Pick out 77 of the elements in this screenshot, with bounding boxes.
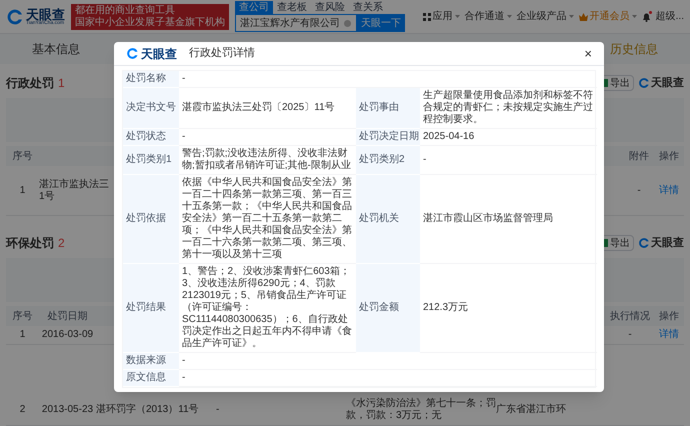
section-count: 2	[58, 235, 65, 252]
field-label: 数据来源	[123, 353, 179, 370]
section-title: 环保处罚	[6, 235, 54, 252]
section-count: 1	[58, 75, 65, 92]
banner-text: 都在用的商业查询工具	[75, 4, 176, 16]
caret-icon	[632, 15, 637, 18]
field-label: 处罚金额	[356, 264, 420, 353]
logo-icon	[126, 47, 139, 60]
caret-icon	[454, 15, 460, 18]
column-header: 执行情况	[609, 310, 651, 324]
field-value: -	[179, 353, 597, 370]
column-header: 处罚日期	[46, 310, 88, 324]
brand-logo-text: 天眼查	[651, 236, 684, 251]
field-label: 处罚事由	[356, 88, 420, 129]
user-name[interactable]: 超级...	[656, 9, 684, 24]
field-value: 生产超限量使用食品添加剂和标签不符合规定的青虾仁；未按规定实施生产过程控制要求。	[420, 88, 597, 129]
table-cell-text: 2016-03-09	[40, 329, 94, 341]
logo-text: 天眼查	[26, 8, 65, 20]
brand-logo-text: 天眼查	[651, 76, 684, 91]
search-tab[interactable]: 查公司	[235, 1, 273, 14]
bell-icon[interactable]	[642, 12, 651, 22]
field-value: -	[179, 370, 597, 387]
banner-text: 国家中小企业发展子基金旗下机构	[75, 16, 225, 28]
logo-icon	[6, 8, 24, 26]
search-tab[interactable]: 查老板	[273, 1, 311, 14]
field-label: 处罚状态	[123, 129, 179, 146]
menu-item[interactable]: 企业级产品	[516, 9, 574, 24]
table-cell-text: 湛环罚字（2013）11号	[96, 404, 200, 416]
field-value: -	[420, 146, 597, 175]
table-cell-text: -	[636, 184, 642, 196]
search-tab[interactable]: 查关系	[349, 1, 387, 14]
table-cell-text: 广东省湛江市环	[496, 404, 567, 416]
column-header: 操作	[658, 150, 680, 164]
field-label: 处罚类别2	[356, 146, 420, 175]
table-cell-text: -	[627, 329, 633, 341]
table-cell: 《水污染防治法》第七十一条；罚款，罚款：3万元；无	[346, 398, 496, 422]
table-cell-text: -	[216, 404, 220, 416]
crown-icon	[578, 12, 588, 20]
caret-icon	[568, 15, 574, 18]
table-cell-text: 湛江市监执法三 1号	[39, 178, 110, 202]
search-field[interactable]: 湛江宝辉水产有限公司	[235, 14, 357, 32]
table-cell-text: 2	[18, 404, 26, 416]
nav-tab[interactable]: 基本信息	[32, 40, 80, 58]
field-label: 处罚类别1	[123, 146, 179, 175]
field-value: 212.3万元	[420, 264, 597, 353]
column-header: 操作	[658, 310, 680, 324]
field-value: 湛江市霞山区市场监督管理局	[420, 175, 597, 264]
search-tab[interactable]: 查风险	[311, 1, 349, 14]
table-cell-text: 1	[18, 329, 26, 341]
field-label: 处罚结果	[123, 264, 179, 353]
logo-icon	[638, 77, 650, 89]
column-header: 序号	[12, 150, 34, 164]
grid-icon	[422, 12, 431, 20]
close-button[interactable]: ×	[584, 47, 592, 60]
field-value: 2025-04-16	[420, 129, 597, 146]
search-button[interactable]: 天眼一下	[357, 14, 405, 32]
logo-icon	[638, 237, 650, 249]
table-cell-text: 2013-05-23	[40, 404, 94, 416]
details-link[interactable]: 详情	[654, 329, 684, 341]
menu-item[interactable]: 合作通道	[464, 9, 512, 24]
field-label: 处罚机关	[356, 175, 420, 264]
section-title: 行政处罚	[6, 75, 54, 92]
field-label: 处罚决定日期	[356, 129, 420, 146]
table-cell-text: 1	[18, 184, 26, 196]
field-label: 处罚名称	[123, 71, 179, 88]
caret-icon	[506, 15, 512, 18]
dialog-logo-text: 天眼查	[141, 46, 177, 62]
details-link[interactable]: 详情	[654, 184, 684, 196]
menu-item[interactable]: 应用	[422, 9, 460, 24]
column-header: 序号	[12, 310, 34, 324]
menu-item[interactable]: 开通会员	[578, 9, 637, 24]
dialog-title: 行政处罚详情	[189, 46, 255, 62]
field-label: 处罚依据	[123, 175, 179, 264]
column-header: 附件	[628, 150, 650, 164]
field-value: -	[179, 129, 356, 146]
field-label: 原文信息	[123, 370, 179, 387]
field-label: 决定书文号	[123, 88, 179, 129]
